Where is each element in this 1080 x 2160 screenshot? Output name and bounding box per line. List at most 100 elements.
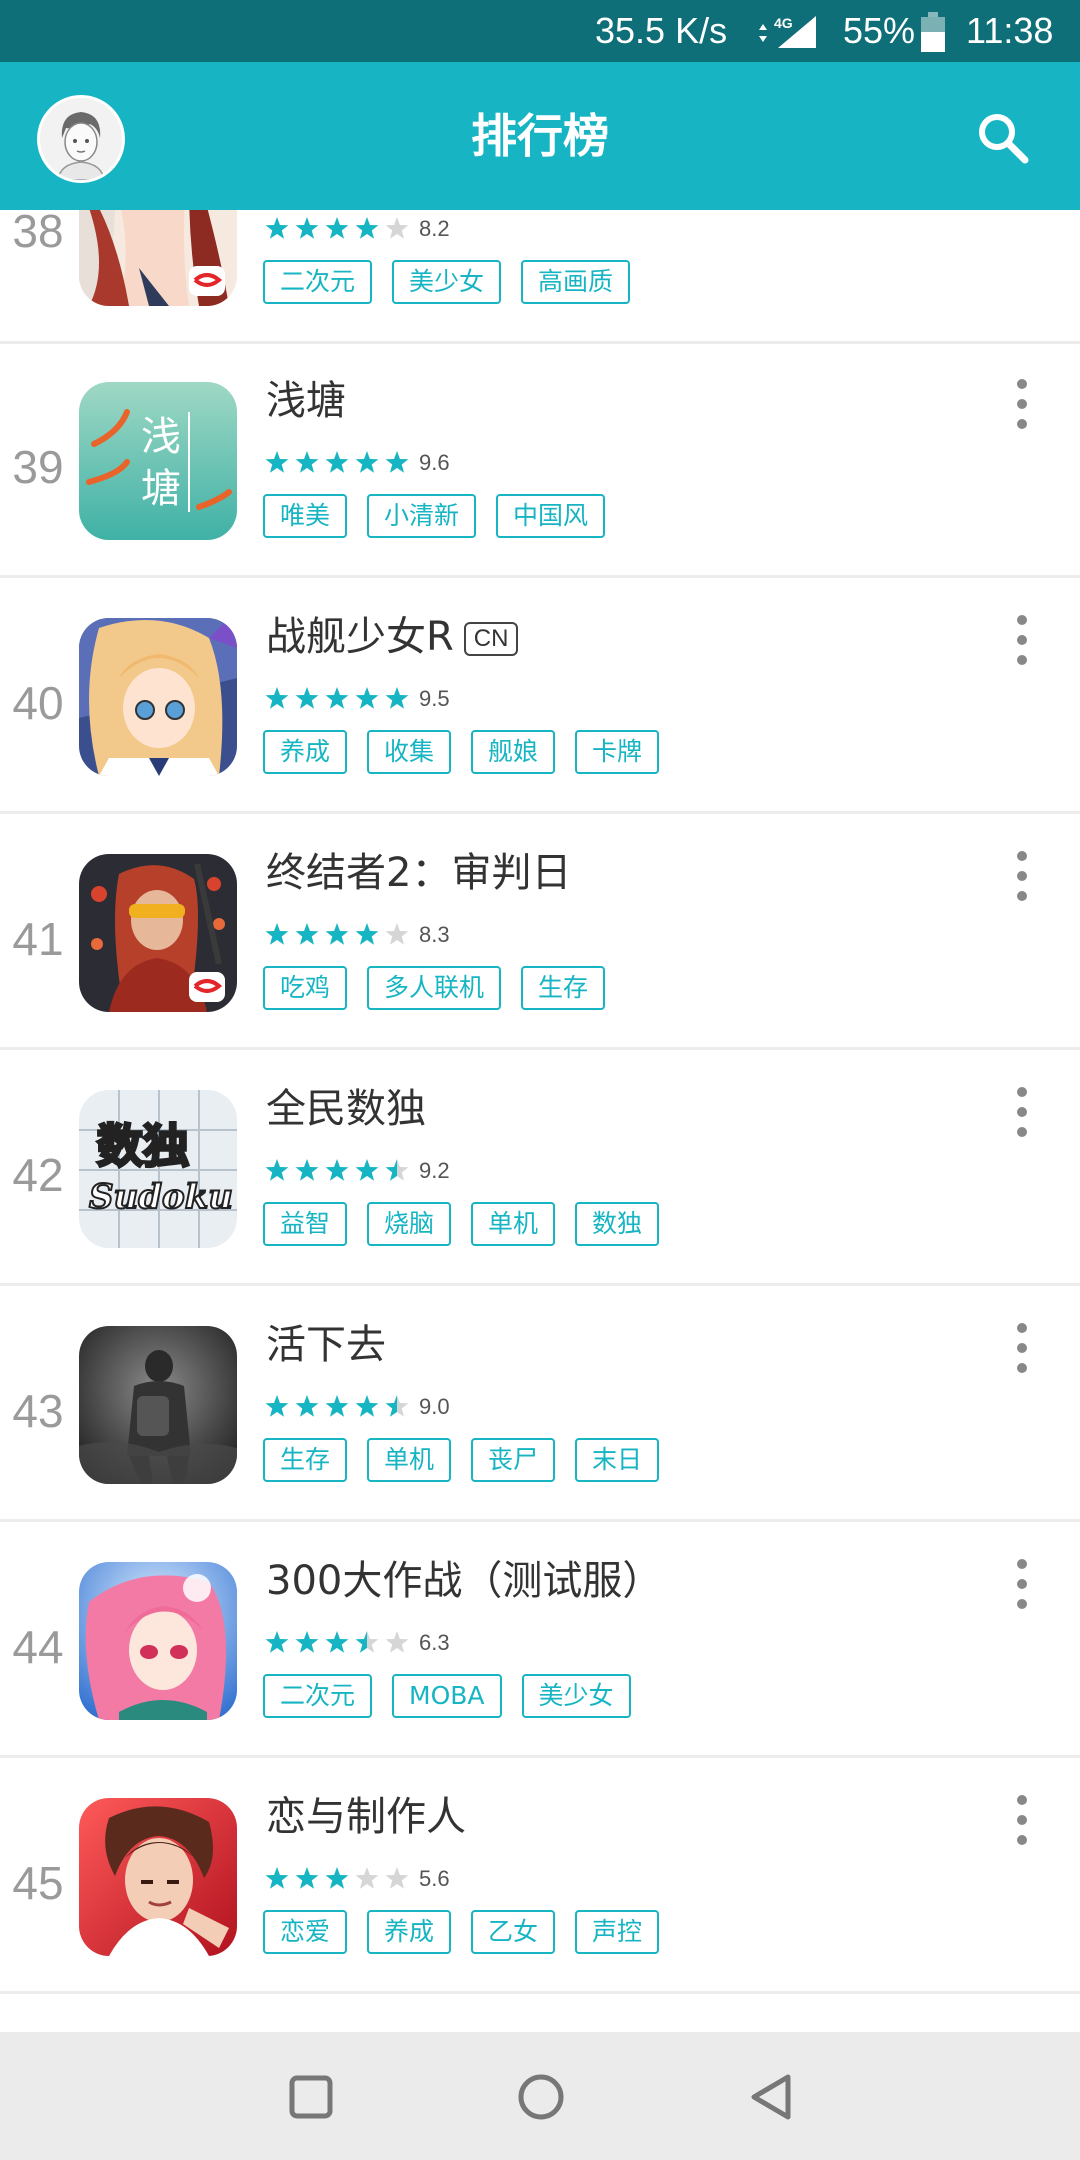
- list-item-44[interactable]: 44 300大作战（测试服） 6.3 二次元 MOBA 美少女: [0, 1524, 1080, 1758]
- tag-list: 益智 烧脑 单机 数独: [263, 1202, 679, 1248]
- star-icon: [325, 923, 349, 945]
- list-item-41[interactable]: 41 终结者2：审判日 8.3 吃鸡 多人联机 生存: [0, 816, 1080, 1050]
- terminator-icon: [79, 854, 237, 1012]
- star-icon: [295, 451, 319, 473]
- tag-chip[interactable]: 多人联机: [367, 966, 502, 1010]
- tag-chip[interactable]: 中国风: [496, 494, 606, 538]
- star-icon: [265, 451, 289, 473]
- tag-chip[interactable]: 高画质: [521, 260, 631, 304]
- app-name: 全民数独: [266, 1086, 426, 1132]
- more-options-icon[interactable]: [1010, 1086, 1034, 1138]
- star-icon: [295, 217, 319, 239]
- star-icon: [355, 1395, 379, 1417]
- rating-stars: [265, 1159, 409, 1181]
- star-icon: [265, 687, 289, 709]
- tag-chip[interactable]: 乙女: [471, 1910, 556, 1954]
- tag-list: 唯美 小清新 中国风: [263, 494, 625, 540]
- rating-score: 8.3: [419, 922, 450, 947]
- survivor-icon: [79, 1326, 237, 1484]
- tag-chip[interactable]: 益智: [263, 1202, 348, 1246]
- tag-chip[interactable]: 吃鸡: [263, 966, 348, 1010]
- tag-chip[interactable]: MOBA: [392, 1674, 502, 1718]
- system-nav-bar: [0, 2032, 1080, 2160]
- app-name: 活下去: [266, 1322, 386, 1368]
- tag-list: 吃鸡 多人联机 生存: [263, 966, 625, 1012]
- rating-score: 9.0: [419, 1394, 450, 1419]
- home-circle-icon[interactable]: [516, 2072, 566, 2122]
- search-icon[interactable]: [975, 110, 1031, 166]
- back-triangle-icon[interactable]: [748, 2072, 794, 2122]
- rating-stars: [265, 923, 409, 945]
- star-icon: [385, 1867, 409, 1889]
- battery-percent: 55%: [843, 10, 916, 51]
- star-icon: [325, 1395, 349, 1417]
- rating-score: 9.6: [419, 450, 450, 475]
- tag-chip[interactable]: 养成: [367, 1910, 452, 1954]
- tag-chip[interactable]: 二次元: [263, 1674, 373, 1718]
- tag-chip[interactable]: 唯美: [263, 494, 348, 538]
- list-item-39[interactable]: 39 浅 塘 浅塘 9.6 唯美 小清新 中国风: [0, 344, 1080, 578]
- star-icon: [325, 687, 349, 709]
- rating-score: 9.5: [419, 686, 450, 711]
- more-options-icon[interactable]: [1010, 614, 1034, 666]
- list-item-38[interactable]: 38 8.2 二次元 美少女 高画质: [0, 210, 1080, 344]
- tag-chip[interactable]: 丧尸: [471, 1438, 556, 1482]
- tag-list: 恋爱 养成 乙女 声控: [263, 1910, 679, 1956]
- star-icon: [265, 1631, 289, 1653]
- star-icon: [355, 923, 379, 945]
- tag-chip[interactable]: 养成: [263, 730, 348, 774]
- battery-icon: [921, 12, 945, 52]
- rating-stars: [265, 687, 409, 709]
- tag-chip[interactable]: 舰娘: [471, 730, 556, 774]
- recents-square-icon[interactable]: [288, 2074, 334, 2120]
- star-icon: [295, 1159, 319, 1181]
- star-icon: [295, 1631, 319, 1653]
- tag-list: 二次元 美少女 高画质: [263, 260, 650, 306]
- tag-chip[interactable]: 恋爱: [263, 1910, 348, 1954]
- more-options-icon[interactable]: [1010, 1322, 1034, 1374]
- list-item-partial[interactable]: [0, 1996, 1080, 2032]
- rank-number: 39: [12, 441, 64, 493]
- star-icon: [355, 451, 379, 473]
- tag-chip[interactable]: 烧脑: [367, 1202, 452, 1246]
- tag-chip[interactable]: 单机: [367, 1438, 452, 1482]
- star-icon: [295, 1867, 319, 1889]
- star-icon: [355, 687, 379, 709]
- tag-list: 二次元 MOBA 美少女: [263, 1674, 651, 1720]
- list-item-42[interactable]: 42 数独 Sudoku 全民数独 9.2 益智 烧脑 单机 数独: [0, 1052, 1080, 1286]
- more-options-icon[interactable]: [1010, 850, 1034, 902]
- list-item-40[interactable]: 40 战舰少女R CN 9.5 养成 收集 舰娘 卡牌: [0, 580, 1080, 814]
- tag-chip[interactable]: 美少女: [521, 1674, 631, 1718]
- star-icon: [295, 687, 319, 709]
- more-options-icon[interactable]: [1010, 1794, 1034, 1846]
- star-icon: [385, 217, 409, 239]
- tag-chip[interactable]: 二次元: [263, 260, 373, 304]
- tag-chip[interactable]: 声控: [575, 1910, 660, 1954]
- app-name: 战舰少女R CN: [266, 612, 519, 662]
- rating-score: 5.6: [419, 1866, 450, 1891]
- tag-chip[interactable]: 美少女: [392, 260, 502, 304]
- list-item-45[interactable]: 45 恋与制作人 5.6 恋爱 养成 乙女 声控: [0, 1760, 1080, 1994]
- star-icon: [385, 451, 409, 473]
- tag-chip[interactable]: 收集: [367, 730, 452, 774]
- list-item-43[interactable]: 43 活下去 9.0 生存 单机 丧尸 末日: [0, 1288, 1080, 1522]
- more-options-icon[interactable]: [1010, 1558, 1034, 1610]
- rating-score: 8.2: [419, 216, 450, 241]
- rating-score: 9.2: [419, 1158, 450, 1183]
- rank-number: 38: [12, 210, 64, 257]
- tag-chip[interactable]: 小清新: [367, 494, 477, 538]
- star-icon: [295, 1395, 319, 1417]
- tag-chip[interactable]: 末日: [575, 1438, 660, 1482]
- star-icon: [385, 1631, 409, 1653]
- tag-chip[interactable]: 生存: [521, 966, 606, 1010]
- more-options-icon[interactable]: [1010, 378, 1034, 430]
- qiantang-icon: 浅 塘: [79, 382, 237, 540]
- rating-stars: [265, 1631, 409, 1653]
- tag-chip[interactable]: 数独: [575, 1202, 660, 1246]
- star-icon: [385, 923, 409, 945]
- tag-chip[interactable]: 生存: [263, 1438, 348, 1482]
- tag-chip[interactable]: 卡牌: [575, 730, 660, 774]
- signal-icon: 4G: [759, 15, 816, 48]
- rank-number: 43: [12, 1385, 64, 1437]
- tag-chip[interactable]: 单机: [471, 1202, 556, 1246]
